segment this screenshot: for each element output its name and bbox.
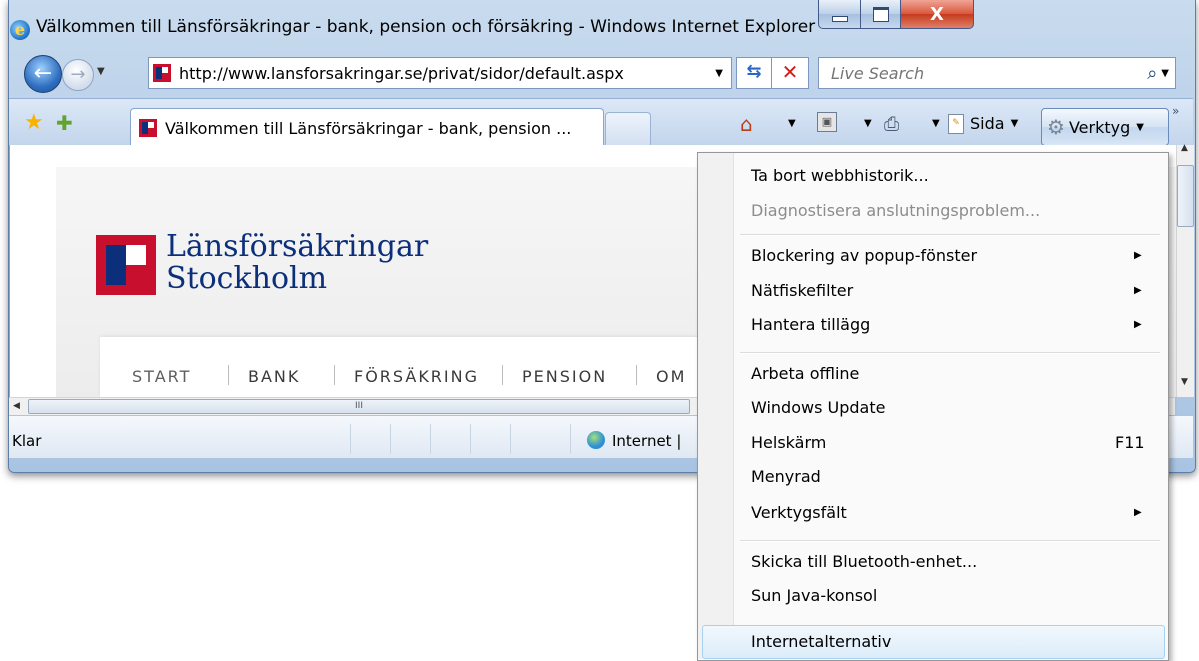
arrow-right-icon: → [70, 64, 86, 85]
nav-item-pension[interactable]: PENSION [522, 367, 607, 386]
menu-item-java-console[interactable]: Sun Java-konsol [751, 586, 877, 606]
back-button[interactable]: ← [24, 55, 62, 93]
more-commands-icon[interactable]: » [1172, 104, 1179, 118]
refresh-icon: ⇆ [746, 61, 762, 82]
close-icon: X [930, 3, 944, 25]
tab-active[interactable]: Välkommen till Länsförsäkringar - bank, … [130, 108, 604, 147]
maximize-icon [873, 6, 889, 22]
feeds-icon[interactable]: ▣ [817, 112, 837, 132]
scroll-up-icon[interactable]: ▲ [1181, 143, 1188, 153]
forward-button[interactable]: → [62, 59, 94, 91]
status-divider [570, 424, 571, 454]
menu-item-diagnose-connection: Diagnostisera anslutningsproblem... [751, 201, 1041, 220]
menu-item-fullscreen[interactable]: Helskärm [751, 433, 826, 453]
logo-text-line1[interactable]: Länsförsäkringar [166, 231, 428, 263]
security-zone-label[interactable]: Internet | [612, 432, 681, 450]
status-divider [510, 424, 511, 454]
close-button[interactable]: X [900, 0, 974, 29]
lansforsakringar-logo-icon[interactable] [96, 235, 156, 295]
status-text: Klar [12, 432, 42, 450]
page-menu-label: Sida [970, 114, 1005, 133]
minimize-button[interactable] [818, 0, 862, 29]
stop-button[interactable]: ✕ [771, 57, 809, 89]
globe-icon [587, 431, 605, 449]
menu-item-work-offline[interactable]: Arbeta offline [751, 364, 859, 384]
recent-pages-dropdown[interactable]: ▼ [97, 66, 105, 77]
horizontal-scroll-thumb[interactable]: III [28, 399, 690, 414]
page-icon: ✎ [948, 114, 964, 134]
print-dropdown[interactable]: ▼ [926, 112, 940, 136]
chevron-down-icon: ▼ [1136, 121, 1144, 133]
home-dropdown[interactable]: ▼ [782, 112, 796, 136]
status-divider [430, 424, 431, 454]
nav-item-forsakring[interactable]: FÖRSÄKRING [354, 367, 479, 386]
ie-logo-icon: e [10, 20, 30, 40]
nav-divider [502, 365, 503, 385]
search-icon[interactable]: ⌕ [1147, 63, 1157, 84]
chevron-down-icon[interactable]: ▼ [715, 68, 723, 79]
tab-label: Välkommen till Länsförsäkringar - bank, … [165, 118, 572, 138]
menu-separator [740, 352, 1160, 354]
status-divider [470, 424, 471, 454]
home-icon[interactable]: ⌂ [740, 112, 753, 136]
submenu-arrow-icon: ▶ [1134, 285, 1142, 296]
favicon-icon [139, 119, 157, 137]
favorites-star-icon[interactable]: ★ [24, 112, 44, 134]
arrow-left-icon: ← [33, 61, 53, 86]
menu-item-menu-bar[interactable]: Menyrad [751, 467, 821, 487]
window-title: Välkommen till Länsförsäkringar - bank, … [36, 17, 816, 37]
favicon-icon [153, 64, 171, 82]
page-menu-button[interactable]: ✎ Sida ▼ [948, 112, 1018, 136]
minimize-icon [832, 16, 848, 22]
nav-item-om[interactable]: OM [656, 367, 686, 386]
menu-item-bluetooth[interactable]: Skicka till Bluetooth-enhet... [751, 552, 977, 572]
status-divider [350, 424, 351, 454]
new-tab-button[interactable] [605, 112, 651, 145]
menu-icon-gutter [698, 153, 734, 659]
menu-shortcut-f11: F11 [1115, 433, 1145, 452]
menu-separator [740, 540, 1160, 542]
menu-item-popup-blocker[interactable]: Blockering av popup-fönster [751, 246, 977, 266]
refresh-button[interactable]: ⇆ [736, 57, 772, 89]
maximize-button[interactable] [860, 0, 902, 29]
menu-item-windows-update[interactable]: Windows Update [751, 398, 885, 418]
menu-item-toolbars[interactable]: Verktygsfält [751, 503, 847, 523]
menu-item-phishing-filter[interactable]: Nätfiskefilter [751, 281, 853, 301]
add-favorite-icon[interactable]: ✚ [56, 112, 73, 134]
vertical-scroll-thumb[interactable] [1177, 165, 1194, 227]
nav-item-start[interactable]: START [132, 367, 191, 386]
feeds-dropdown[interactable]: ▼ [858, 112, 872, 136]
menu-item-manage-addons[interactable]: Hantera tillägg [751, 315, 870, 335]
printer-icon[interactable]: ⎙ [884, 112, 899, 136]
scroll-left-icon[interactable]: ◀ [13, 401, 20, 411]
nav-item-bank[interactable]: BANK [248, 367, 300, 386]
logo-text-line2[interactable]: Stockholm [166, 263, 327, 295]
tools-menu-button[interactable]: ⚙ Verktyg ▼ [1041, 108, 1169, 146]
nav-divider [636, 365, 637, 385]
address-url[interactable]: http://www.lansforsakringar.se/privat/si… [179, 64, 624, 83]
address-bar[interactable]: http://www.lansforsakringar.se/privat/si… [148, 57, 732, 89]
chevron-down-icon: ▼ [1010, 118, 1019, 129]
gear-icon: ⚙ [1047, 115, 1065, 139]
submenu-arrow-icon: ▶ [1134, 250, 1142, 261]
scroll-down-icon[interactable]: ▼ [1181, 377, 1188, 387]
menu-separator [740, 234, 1160, 236]
submenu-arrow-icon: ▶ [1134, 507, 1142, 518]
status-divider [390, 424, 391, 454]
submenu-arrow-icon: ▶ [1134, 319, 1142, 330]
nav-divider [334, 365, 335, 385]
search-box[interactable]: ⌕ ▼ [818, 57, 1176, 89]
search-options-dropdown[interactable]: ▼ [1161, 68, 1169, 79]
nav-divider [228, 365, 229, 385]
tools-menu-label: Verktyg [1068, 117, 1131, 137]
search-input[interactable] [829, 62, 1103, 84]
menu-item-internet-options[interactable]: Internetalternativ [751, 632, 891, 652]
menu-item-delete-history[interactable]: Ta bort webbhistorik... [751, 166, 929, 186]
stop-icon: ✕ [781, 60, 799, 84]
